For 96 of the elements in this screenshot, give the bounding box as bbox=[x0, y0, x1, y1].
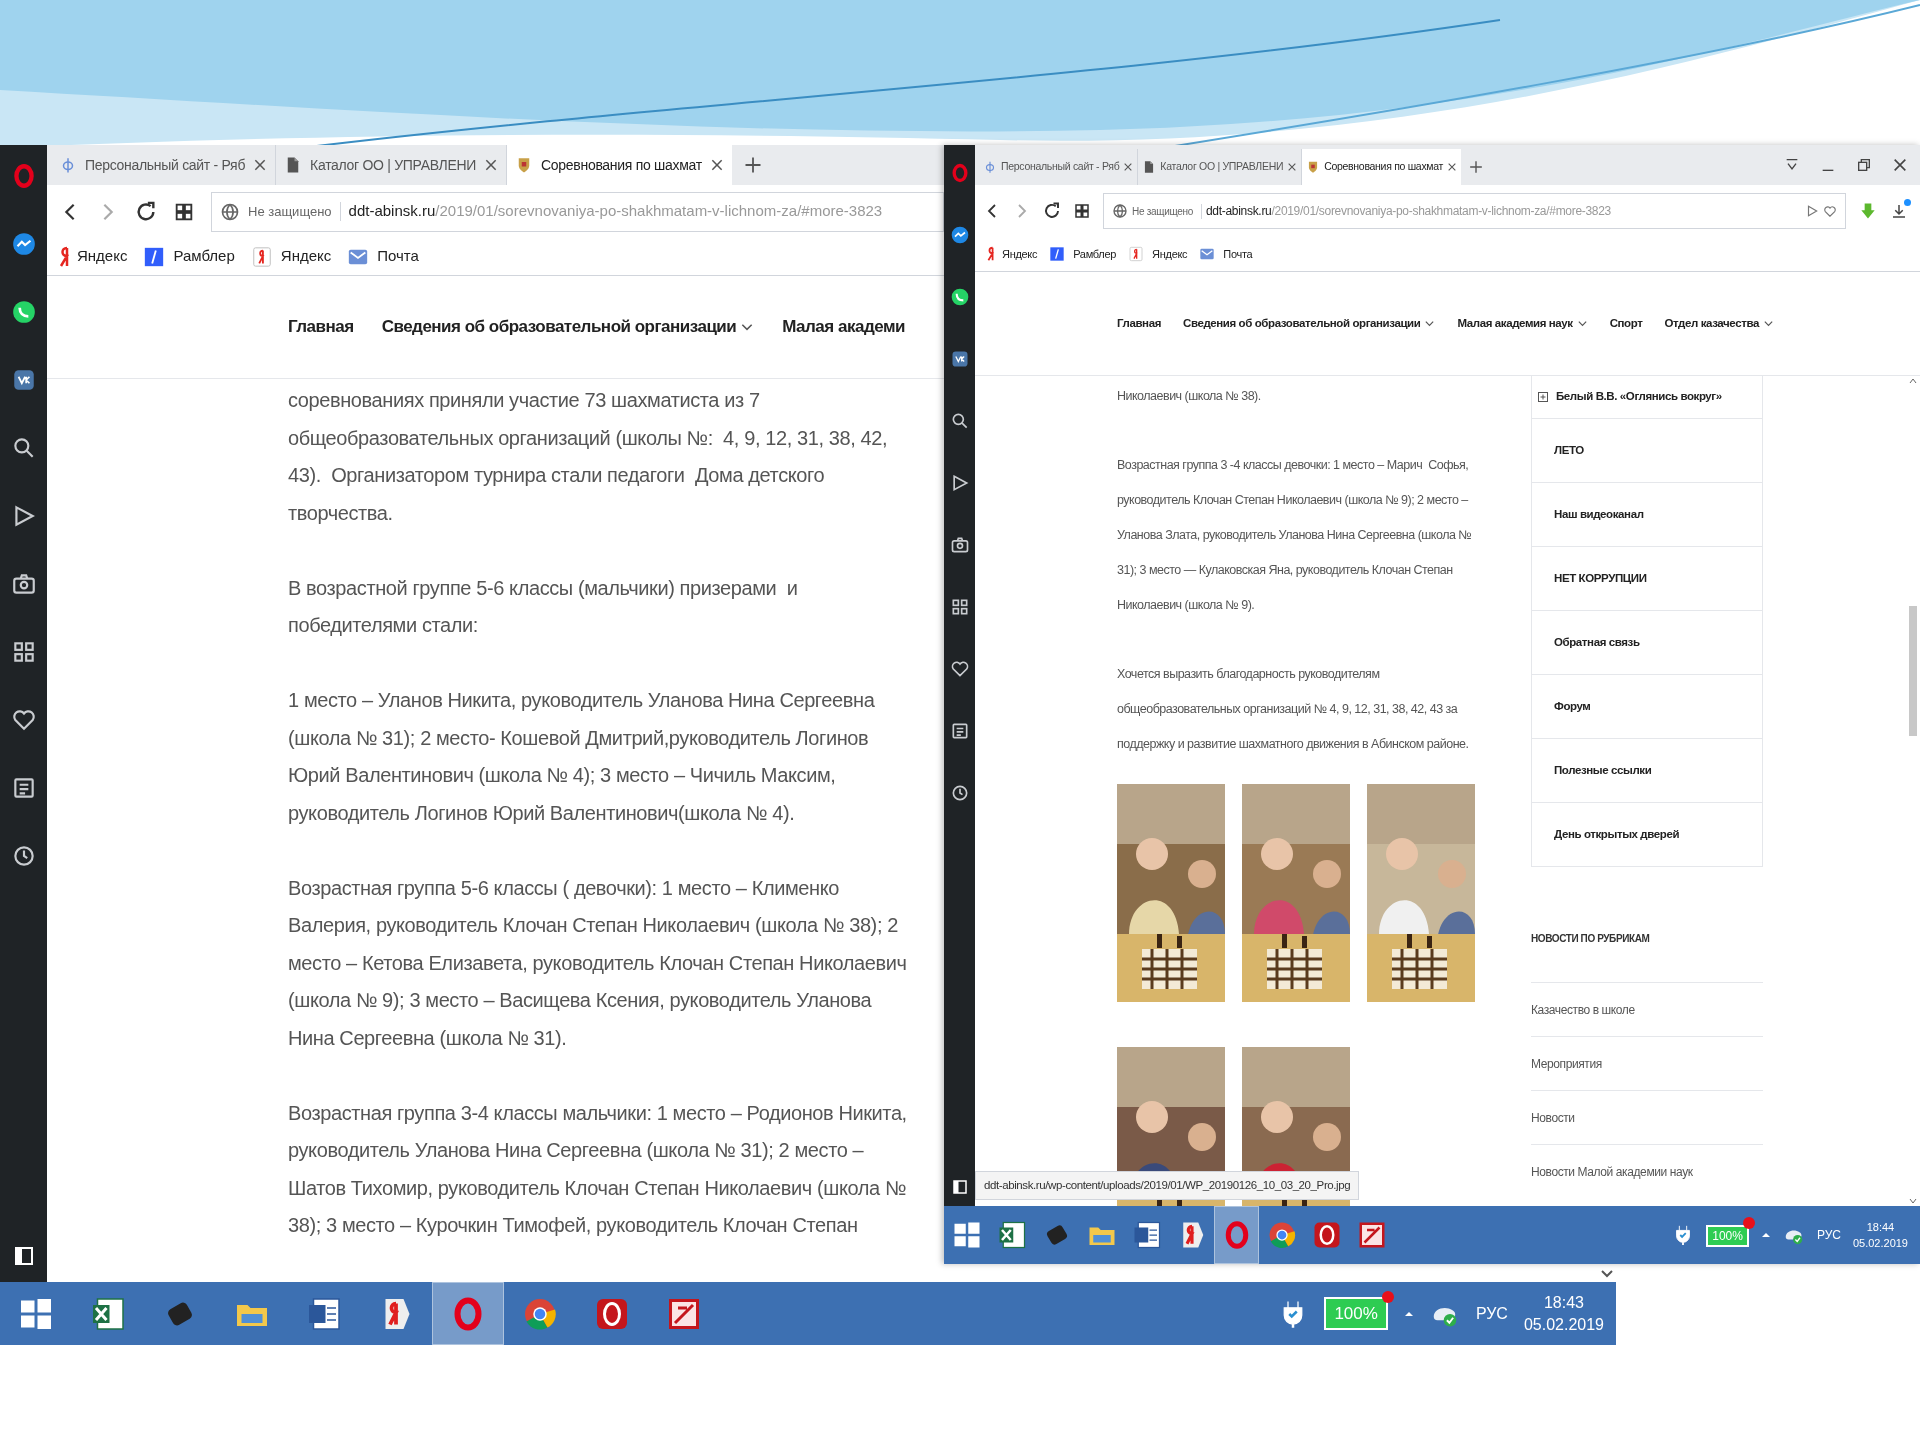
reload-icon[interactable] bbox=[135, 200, 157, 223]
browser-tab[interactable]: Соревнования по шахмат bbox=[1302, 149, 1462, 185]
menu-item[interactable]: Белый В.В. «Оглянись вокруг» bbox=[1532, 376, 1762, 418]
bookmark-link[interactable]: Яндекс bbox=[250, 245, 332, 268]
menu-item[interactable]: Форум bbox=[1532, 674, 1762, 738]
download-icon[interactable] bbox=[1890, 202, 1908, 220]
menu-item[interactable]: Наш видеоканал bbox=[1532, 482, 1762, 546]
category-link[interactable]: Новости bbox=[1531, 1090, 1763, 1144]
status-url: ddt-abinsk.ru/wp-content/uploads/2019/01/WP_20190126_10_03_20_Pro.jpg bbox=[975, 1170, 1360, 1200]
bookmark-link[interactable]: Яндекс bbox=[59, 245, 128, 268]
bookmark-link[interactable]: Почта bbox=[1199, 245, 1253, 263]
whatsapp-icon[interactable] bbox=[10, 299, 37, 325]
camera-icon[interactable] bbox=[949, 535, 970, 555]
language-indicator[interactable]: РУС bbox=[1816, 1226, 1841, 1244]
messenger-icon[interactable] bbox=[949, 225, 970, 245]
article-paragraph: 1 место – Уланов Никита, руководитель Уланова Нина Сергеевна (школа № 31); 2 место- Кошевой Дмитрий,руководитель Логинов Юрий Валентинович (школа № 4); 3 место – Чичиль Максим, руководитель Логинов Юрий Валентинович(школа № 4). bbox=[288, 688, 876, 826]
menu-item[interactable]: День открытых дверей bbox=[1532, 802, 1762, 866]
logo-icon bbox=[1128, 246, 1145, 262]
new-tab-icon[interactable] bbox=[1469, 160, 1484, 174]
bookmark-link[interactable]: Рамблер bbox=[143, 245, 235, 268]
article-paragraph: Хочется выразить благодарность руководителям общеобразовательных организаций № 4, 9, 12, 31, 38, 42, 43 за поддержку и развитие шахматного движения в Абинском районе. bbox=[1117, 666, 1470, 753]
article-paragraph: В возрастной группе 5-6 классы (мальчики) призерами и победителями стали: bbox=[288, 575, 799, 638]
close-icon[interactable] bbox=[1892, 157, 1908, 173]
play-icon[interactable] bbox=[1805, 204, 1819, 218]
messenger-icon[interactable] bbox=[10, 231, 37, 257]
app-icon bbox=[1311, 1220, 1342, 1250]
security-label: Не защищено bbox=[248, 201, 341, 222]
logo-icon bbox=[1049, 246, 1066, 262]
menu-item[interactable]: НЕТ КОРРУПЦИИ bbox=[1532, 546, 1762, 610]
address-field[interactable]: Не защищено ddt-abinsk.ru/2019/01/sorevnovaniya-po-shakhmatam-v-lichnom-za/#more-3823 bbox=[1103, 193, 1846, 229]
close-icon[interactable] bbox=[484, 158, 499, 172]
document-icon bbox=[306, 1295, 342, 1332]
heart-icon[interactable] bbox=[949, 659, 970, 679]
section-heading: НОВОСТИ ПО РУБРИКАМ bbox=[1531, 932, 1651, 946]
article-paragraph: Николаевич (школа № 38). bbox=[1117, 388, 1262, 405]
bookmark-link[interactable]: Рамблер bbox=[1049, 245, 1117, 263]
article-paragraph: Возрастная группа 5-6 классы ( девочки): 1 место – Клименко Валерия, руководитель Клочан Степан Николаевич (школа № 38); 2 место – Кетова Елизавета, руководитель Клочан Степан Николаевич (школа № 9); 3 место – Васищева Ксения, руководитель Уланова Нина Сергеевна (школа № 31). bbox=[288, 875, 908, 1051]
clock-time[interactable]: 18:43 bbox=[1543, 1291, 1584, 1314]
nav-link[interactable]: Сведения об образовательной организации bbox=[381, 314, 755, 340]
browser-tab[interactable]: Соревнования по шахмат bbox=[507, 145, 732, 185]
nav-link[interactable]: Сведения об образовательной организации bbox=[1183, 314, 1436, 333]
close-icon[interactable] bbox=[1287, 162, 1298, 172]
caret-up-icon[interactable] bbox=[1760, 1230, 1771, 1240]
restore-icon[interactable] bbox=[1856, 157, 1872, 173]
tabs-grid-icon[interactable] bbox=[1073, 202, 1091, 220]
close-icon[interactable] bbox=[253, 158, 268, 172]
menu-item[interactable]: ЛЕТО bbox=[1532, 418, 1762, 482]
scroll-thumb[interactable] bbox=[1908, 606, 1917, 736]
url-text: ddt-abinsk.ru/2019/01/sorevnovaniya-po-shakhmatam-v-lichnom-za/#more-3823 bbox=[1206, 203, 1611, 220]
bookmark-link[interactable]: Яндекс bbox=[987, 245, 1038, 263]
nav-link[interactable]: Отдел казачества bbox=[1664, 314, 1774, 333]
nav-link[interactable]: Спорт bbox=[1609, 314, 1643, 333]
camera-icon[interactable] bbox=[10, 571, 37, 597]
bookmark-link[interactable]: Почта bbox=[347, 245, 419, 268]
whatsapp-icon[interactable] bbox=[949, 287, 970, 307]
category-link[interactable]: Казачество в школе bbox=[1531, 982, 1763, 1036]
url-text: ddt-abinsk.ru/2019/01/sorevnovaniya-po-shakhmatam-v-lichnom-za/#more-3823 bbox=[348, 201, 883, 222]
taskbar-button[interactable] bbox=[1214, 1206, 1259, 1264]
spreadsheet-icon bbox=[90, 1295, 126, 1332]
reload-icon[interactable] bbox=[1043, 202, 1061, 220]
phi-icon bbox=[983, 160, 997, 174]
logo-icon bbox=[987, 246, 994, 262]
globe-icon bbox=[1112, 203, 1128, 219]
scroll-down-icon[interactable] bbox=[1600, 1269, 1614, 1279]
new-tab-icon[interactable] bbox=[743, 156, 762, 174]
category-link[interactable]: Новости Малой академии наук bbox=[1531, 1144, 1763, 1198]
nav-link[interactable]: Главная bbox=[288, 314, 354, 340]
logo-icon bbox=[143, 245, 166, 268]
scroll-up-icon[interactable] bbox=[1907, 376, 1918, 386]
security-label: Не защищено bbox=[1132, 203, 1202, 219]
sidebar-toggle-icon[interactable] bbox=[950, 1178, 969, 1196]
expand-icon[interactable] bbox=[1538, 392, 1548, 402]
menu-item[interactable]: Обратная связь bbox=[1532, 610, 1762, 674]
logo-icon bbox=[59, 245, 69, 268]
article-paragraph: Возрастная группа 3 -4 классы девочки: 1 место – Марич Софья, руководитель Клочан Степан Николаевич (школа № 9); 2 место – Уланова Злата, руководитель Уланова Нина Сергеевна (школа № 31); 3 место — Кулаковская Яна, руководитель Клочан Степан Николаевич (школа № 9). bbox=[1117, 457, 1473, 614]
logo-icon bbox=[250, 245, 273, 268]
scroll-down-icon[interactable] bbox=[1907, 1196, 1918, 1206]
category-link[interactable]: Мероприятия bbox=[1531, 1036, 1763, 1090]
nav-link[interactable]: Малая академия наук bbox=[1457, 314, 1588, 333]
menu-item[interactable]: Полезные ссылки bbox=[1532, 738, 1762, 802]
article-paragraph: соревнованиях приняли участие 73 шахматиста из 7 общеобразовательных организаций (школы №: 4, 9, 12, 31, 38, 42, 43). Организатором турнира стали педагоги Дома детского творчества. bbox=[288, 388, 889, 526]
clock-time[interactable]: 18:44 bbox=[1866, 1219, 1895, 1235]
article-paragraph: Возрастная группа 3-4 классы мальчики: 1 место – Родионов Никита, руководитель Уланова Нина Сергеевна (школа № 31); 2 место – Шатов Тихомир, руководитель Клочан Степан Николаевич (школа № 38); 3 место – Курочкин Тимофей, руководитель Клочан Степан bbox=[288, 1100, 908, 1238]
nav-link[interactable]: Главная bbox=[1117, 314, 1161, 333]
clock-date[interactable]: 05.02.2019 bbox=[1523, 1313, 1604, 1336]
close-icon[interactable] bbox=[1123, 162, 1134, 172]
language-indicator[interactable]: РУС bbox=[1475, 1301, 1508, 1326]
envelope-icon bbox=[1199, 246, 1216, 262]
close-icon[interactable] bbox=[709, 158, 724, 172]
globe-icon bbox=[220, 201, 240, 222]
nav-link[interactable]: Малая академи bbox=[782, 314, 905, 340]
address-field[interactable]: Не защищено ddt-abinsk.ru/2019/01/sorevnovaniya-po-shakhmatam-v-lichnom-za/#more-3823 bbox=[211, 191, 944, 232]
bookmark-link[interactable]: Яндекс bbox=[1128, 245, 1188, 263]
heart-icon[interactable] bbox=[10, 707, 37, 733]
clock-date[interactable]: 05.02.2019 bbox=[1852, 1235, 1908, 1251]
close-icon[interactable] bbox=[1447, 162, 1458, 172]
